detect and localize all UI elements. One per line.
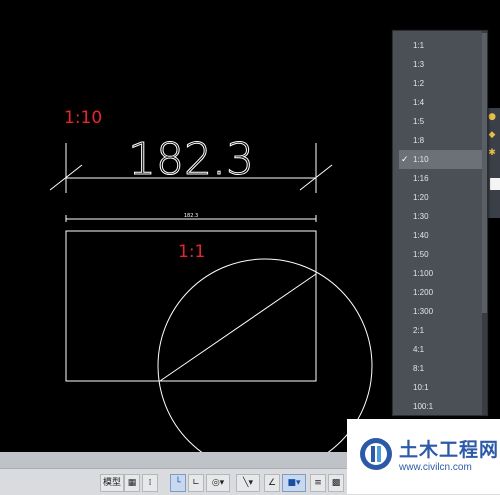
scale-menu-item-label: 1:16: [413, 174, 429, 183]
scale-menu-item[interactable]: 1:1: [399, 36, 487, 55]
scale-menu-item-label: 10:1: [413, 383, 429, 392]
ortho-icon[interactable]: └: [170, 474, 186, 492]
scale-menu-item-label: 1:8: [413, 136, 425, 145]
scale-menu-item[interactable]: 10:1: [399, 378, 487, 397]
scale-menu-item-label: 4:1: [413, 345, 425, 354]
menu-scrollbar[interactable]: [482, 31, 487, 415]
grid-icon[interactable]: ▦: [124, 474, 140, 492]
scale-menu-item[interactable]: 1:50: [399, 245, 487, 264]
scale-menu-item[interactable]: 1:16: [399, 169, 487, 188]
scale-menu-item-label: 1:100: [413, 269, 434, 278]
scale-menu-item[interactable]: 1:300: [399, 302, 487, 321]
scale-menu-item-label: 1:300: [413, 307, 434, 316]
scale-menu-item[interactable]: 4:1: [399, 340, 487, 359]
watermark-title: 土木工程网: [399, 439, 500, 461]
scale-menu-item-label: 1:4: [413, 98, 425, 107]
checkmark-icon: ✓: [401, 154, 409, 164]
scale-menu-item-label: 1:1: [413, 41, 425, 50]
osnap-icon[interactable]: ◎▾: [206, 474, 230, 492]
model-tab-button[interactable]: 模型: [100, 474, 124, 492]
dimension-small-text: 182.3: [184, 213, 198, 219]
watermark-url: www.civilcn.com: [399, 462, 472, 473]
scale-menu-item[interactable]: 100:1: [399, 397, 487, 415]
scale-menu-item[interactable]: 1:4: [399, 93, 487, 112]
site-watermark: 土木工程网 www.civilcn.com: [347, 419, 500, 494]
scale-menu-item[interactable]: 1:20: [399, 188, 487, 207]
snap-icon[interactable]: ⁞: [142, 474, 158, 492]
transparency-icon[interactable]: ▩: [328, 474, 344, 492]
scale-menu-item[interactable]: 1:30: [399, 207, 487, 226]
scale-menu-item[interactable]: 1:100: [399, 264, 487, 283]
scale-menu-item-label: 1:2: [413, 79, 425, 88]
circle-shape: [157, 258, 373, 474]
scale-menu-item[interactable]: 2:1: [399, 321, 487, 340]
scale-menu-item[interactable]: 1:2: [399, 74, 487, 93]
diagonal-line: [159, 273, 317, 382]
polar-icon[interactable]: ∟: [188, 474, 204, 492]
scale-menu-item-label: 1:10: [413, 155, 429, 164]
selection-cycling-icon[interactable]: ■▾: [282, 474, 306, 492]
watermark-logo-icon: [360, 438, 392, 470]
dimension-large-text: 182.3: [128, 134, 254, 185]
scale-menu-item[interactable]: 1:200: [399, 283, 487, 302]
scale-menu-item[interactable]: 1:3: [399, 55, 487, 74]
scale-menu-item[interactable]: 1:5: [399, 112, 487, 131]
scale-menu-item[interactable]: ✓ 1:10: [399, 150, 487, 169]
scale-menu-item-label: 100:1: [413, 402, 434, 411]
color-swatch[interactable]: [490, 178, 500, 190]
scale-menu-item-label: 1:5: [413, 117, 425, 126]
scale-menu-item-label: 1:3: [413, 60, 425, 69]
scale-menu-item[interactable]: 1:8: [399, 131, 487, 150]
menu-scrollbar-thumb[interactable]: [482, 33, 487, 313]
scale-menu-item-label: 1:40: [413, 231, 429, 240]
otrack-icon[interactable]: ╲▾: [236, 474, 260, 492]
lineweight-icon[interactable]: ≡: [310, 474, 326, 492]
scale-menu-item-label: 1:30: [413, 212, 429, 221]
scale-menu-item-label: 1:20: [413, 193, 429, 202]
scale-menu-item[interactable]: 1:40: [399, 226, 487, 245]
annotation-scale-menu: 1:1 1:3 1:2 1:4 1:5 1:8 ✓ 1:10 1:16 1:20 1:30 1:40 1…: [392, 30, 488, 416]
scale-menu-item-label: 8:1: [413, 364, 425, 373]
scale-menu-item-label: 1:50: [413, 250, 429, 259]
annotation-scale-large: 1:10: [64, 108, 103, 128]
scale-menu-item-label: 1:200: [413, 288, 434, 297]
annotation-scale-small: 1:1: [178, 242, 206, 262]
dynamic-ucs-icon[interactable]: ∠: [264, 474, 280, 492]
scale-menu-item-label: 2:1: [413, 326, 425, 335]
scale-menu-item[interactable]: 8:1: [399, 359, 487, 378]
